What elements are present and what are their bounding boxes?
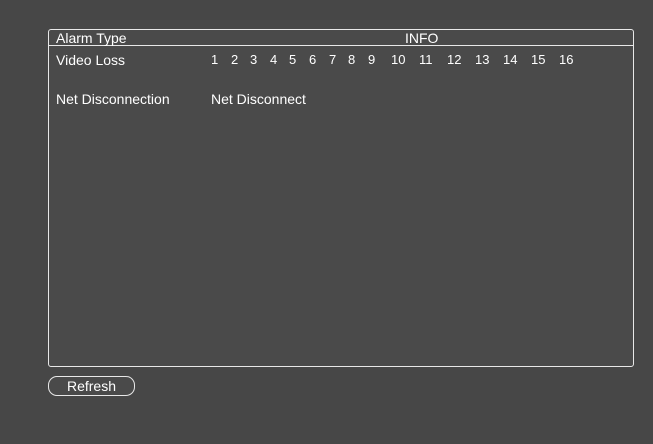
- channel-12: 12: [447, 52, 462, 67]
- channel-2: 2: [231, 52, 239, 67]
- channel-14: 14: [503, 52, 518, 67]
- alarm-type-label: Net Disconnection: [56, 91, 170, 107]
- channel-7: 7: [329, 52, 337, 67]
- alarm-info-table: Alarm Type INFO Video Loss 1 2 3 4 5 6 7…: [48, 29, 634, 367]
- info-column-header: INFO: [405, 30, 439, 46]
- channel-9: 9: [368, 52, 376, 67]
- alarm-type-column-header: Alarm Type: [56, 30, 127, 46]
- table-row-video-loss: Video Loss 1 2 3 4 5 6 7 8 9 10 11 12 13…: [49, 51, 633, 69]
- channel-16: 16: [559, 52, 574, 67]
- channel-4: 4: [270, 52, 278, 67]
- refresh-button[interactable]: Refresh: [48, 376, 135, 396]
- table-header: Alarm Type INFO: [49, 30, 633, 46]
- channel-3: 3: [250, 52, 258, 67]
- channel-5: 5: [289, 52, 297, 67]
- channel-8: 8: [348, 52, 356, 67]
- channel-6: 6: [309, 52, 317, 67]
- channel-10: 10: [391, 52, 406, 67]
- channel-13: 13: [475, 52, 490, 67]
- alarm-info-screen: Alarm Type INFO Video Loss 1 2 3 4 5 6 7…: [0, 0, 653, 444]
- alarm-type-label: Video Loss: [56, 52, 126, 68]
- channel-1: 1: [211, 52, 219, 67]
- alarm-info-value: Net Disconnect: [211, 91, 306, 107]
- channel-11: 11: [419, 52, 433, 67]
- table-row-net-disconnection: Net Disconnection Net Disconnect: [49, 90, 633, 108]
- channel-15: 15: [531, 52, 546, 67]
